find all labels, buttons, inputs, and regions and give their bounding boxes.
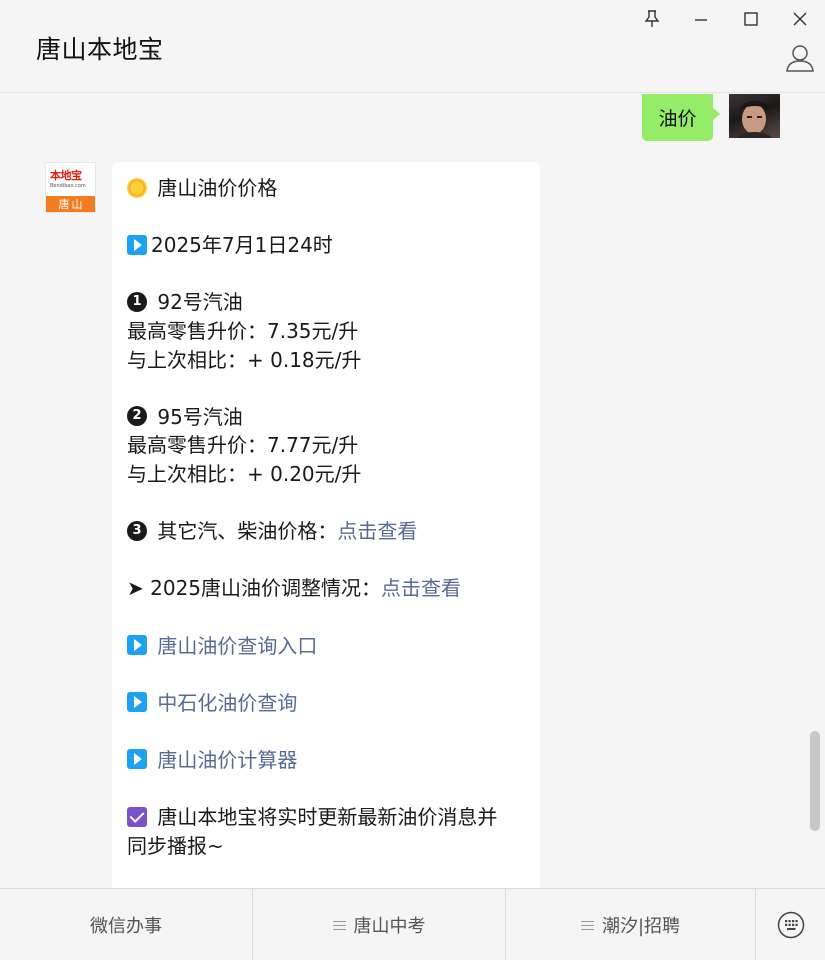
bot-avatar[interactable]: 本地宝 Bendibao.com 唐山	[45, 162, 96, 213]
other-fuel-link[interactable]: 点击查看	[337, 519, 417, 543]
profile-button[interactable]	[784, 42, 816, 74]
adjust-line: ➤ 2025唐山油价调整情况：点击查看	[127, 574, 526, 603]
notice-line-1: 唐山本地宝将实时更新最新油价消息并	[127, 803, 526, 832]
date-text: 2025年7月1日24时	[151, 233, 333, 258]
item-92-name: 92号汽油	[157, 290, 243, 315]
submenu-icon	[332, 920, 346, 931]
message-title-line: 唐山油价价格	[127, 174, 526, 203]
chat-title: 唐山本地宝	[36, 35, 164, 64]
maximize-icon	[744, 12, 758, 26]
item-92-price-label: 最高零售升价：	[127, 318, 267, 343]
pin-icon	[644, 10, 660, 27]
item-92-compare-line: 与上次相比：+ 0.18元/升	[127, 346, 526, 375]
user-icon	[786, 45, 814, 72]
item-95-price-label: 最高零售升价：	[127, 433, 267, 458]
close-button[interactable]	[786, 6, 814, 32]
item-95-name: 95号汽油	[157, 404, 243, 429]
avatar-city-banner: 唐山	[46, 196, 95, 212]
user-avatar-image	[737, 100, 772, 138]
menu-item-exam[interactable]: 唐山中考	[253, 889, 506, 960]
avatar-logo-area: 本地宝 Bendibao.com	[46, 163, 95, 197]
play-icon	[127, 749, 147, 770]
item-92-heading: 1 92号汽油	[127, 288, 526, 317]
menu-item-label: 微信办事	[90, 916, 162, 937]
play-icon	[127, 234, 147, 255]
menu-item-wechat-services[interactable]: 微信办事	[0, 889, 253, 960]
link-line-calculator: 唐山油价计算器	[127, 746, 526, 775]
item-92-price-line: 最高零售升价：7.35元/升	[127, 317, 526, 346]
link-line-sinopec: 中石化油价查询	[127, 689, 526, 718]
other-fuel-label: 其它汽、柴油价格：	[157, 519, 338, 544]
other-fuel-line: 3 其它汽、柴油价格：点击查看	[127, 517, 526, 546]
item-95-compare: + 0.20元/升	[247, 461, 362, 486]
date-line: 2025年7月1日24时	[127, 231, 526, 260]
item-95-price-line: 最高零售升价：7.77元/升	[127, 431, 526, 460]
maximize-button[interactable]	[737, 6, 765, 32]
play-icon	[127, 692, 147, 713]
notice-text-2: 同步播报~	[127, 833, 224, 858]
title-bar: 唐山本地宝	[0, 0, 825, 93]
query-entry-link[interactable]: 唐山油价查询入口	[157, 634, 317, 658]
adjust-label: 2025唐山油价调整情况：	[150, 576, 382, 601]
number-3-icon: 3	[127, 520, 147, 541]
user-avatar[interactable]	[729, 94, 780, 138]
close-icon	[793, 12, 807, 26]
minimize-button[interactable]	[687, 6, 715, 32]
number-2-icon: 2	[127, 406, 147, 427]
sinopec-query-link[interactable]: 中石化油价查询	[157, 691, 297, 715]
menu-item-label: 潮汐|招聘	[601, 916, 681, 937]
submenu-icon	[580, 920, 594, 931]
pin-button[interactable]	[638, 6, 666, 32]
bot-message-bubble: 唐山油价价格 2025年7月1日24时 1 92号汽油 最高零售升价：7.35元…	[112, 162, 540, 888]
message-title: 唐山油价价格	[157, 176, 278, 200]
user-message-text: 油价	[658, 108, 697, 130]
item-95-compare-label: 与上次相比：	[127, 461, 247, 486]
adjust-link[interactable]: 点击查看	[381, 576, 461, 600]
item-95-compare-line: 与上次相比：+ 0.20元/升	[127, 460, 526, 489]
item-95-price: 7.77元/升	[267, 433, 359, 458]
item-92-compare: + 0.18元/升	[247, 347, 362, 372]
calculator-link[interactable]: 唐山油价计算器	[157, 748, 297, 772]
keyboard-icon	[777, 911, 804, 939]
item-92-compare-label: 与上次相比：	[127, 347, 247, 372]
item-95-heading: 2 95号汽油	[127, 403, 526, 432]
notice-text-1: 唐山本地宝将实时更新最新油价消息并	[157, 805, 498, 830]
arrow-icon: ➤	[127, 576, 144, 601]
menu-item-label: 唐山中考	[353, 916, 426, 937]
menu-item-jobs[interactable]: 潮汐|招聘	[506, 889, 756, 960]
link-line-query: 唐山油价查询入口	[127, 632, 526, 661]
keyboard-toggle-button[interactable]	[756, 889, 825, 960]
notice-line-2: 同步播报~	[127, 832, 526, 861]
minimize-icon	[695, 19, 707, 21]
avatar-site-text: Bendibao.com	[50, 183, 86, 189]
play-icon	[127, 635, 147, 655]
bottom-menu: 微信办事 唐山中考 潮汐|招聘	[0, 888, 825, 960]
item-92-price: 7.35元/升	[267, 318, 359, 343]
sun-icon	[127, 177, 147, 198]
chat-scrollbar[interactable]	[810, 731, 820, 831]
user-message-bubble[interactable]: 油价	[642, 94, 720, 141]
avatar-logo-text: 本地宝	[50, 169, 82, 182]
chat-area[interactable]: 油价 本地宝 Bendibao.com 唐山 唐山油价价格 2025年7月1日2…	[0, 94, 825, 888]
checkbox-icon	[127, 806, 147, 827]
number-1-icon: 1	[127, 291, 147, 312]
